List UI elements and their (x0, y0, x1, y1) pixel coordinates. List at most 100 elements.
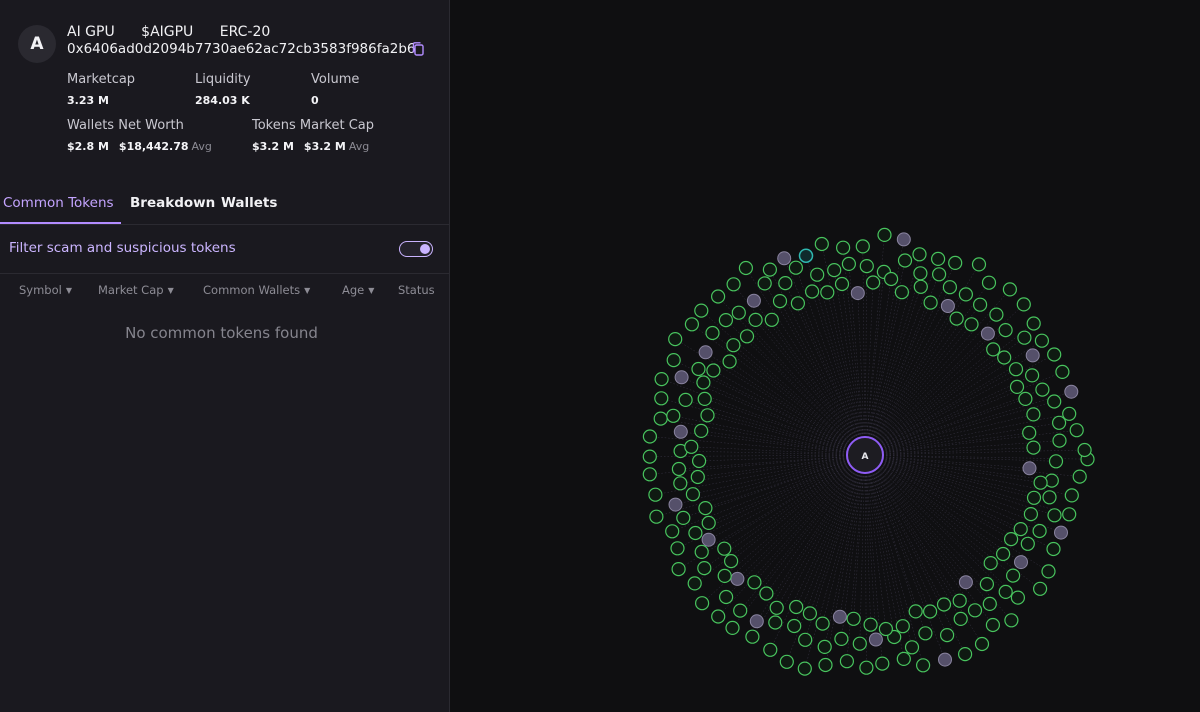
wallet-node[interactable] (974, 636, 990, 652)
wallet-node[interactable] (684, 439, 699, 454)
wallet-node[interactable] (916, 658, 931, 673)
wallet-node[interactable] (768, 615, 783, 630)
wallet-node[interactable] (696, 375, 711, 390)
flagged-wallet-node[interactable] (673, 424, 688, 439)
wallet-node[interactable] (802, 606, 817, 621)
wallet-node[interactable] (789, 599, 804, 615)
wallet-node[interactable] (953, 611, 968, 627)
flagged-wallet-node[interactable] (749, 614, 764, 629)
copy-icon[interactable] (411, 41, 425, 57)
wallet-node[interactable] (671, 561, 686, 577)
flagged-wallet-node[interactable] (1014, 555, 1028, 570)
wallet-node[interactable] (936, 597, 952, 612)
wallet-node[interactable] (673, 476, 688, 491)
wallet-node[interactable] (932, 267, 947, 282)
tab-wallets[interactable]: Wallets (221, 186, 277, 224)
wallet-node[interactable] (692, 453, 707, 469)
wallet-node[interactable] (1026, 407, 1041, 422)
wallet-node[interactable] (855, 239, 870, 254)
wallet-node[interactable] (1020, 536, 1035, 551)
wallet-node[interactable] (1047, 347, 1062, 362)
wallet-node[interactable] (1004, 613, 1019, 628)
wallet-node[interactable] (908, 604, 923, 619)
wallet-node[interactable] (711, 289, 726, 304)
wallet-node[interactable] (940, 627, 955, 643)
wallet-node[interactable] (694, 423, 709, 438)
wallet-node[interactable] (697, 391, 712, 406)
wallet-node[interactable] (967, 603, 983, 618)
wallet-node[interactable] (1002, 282, 1018, 297)
wallet-node[interactable] (986, 342, 1001, 357)
flagged-wallet-node[interactable] (746, 293, 761, 308)
wallet-node[interactable] (1009, 379, 1025, 394)
wallet-node[interactable] (726, 277, 741, 292)
wallet-node[interactable] (1048, 454, 1064, 469)
flagged-wallet-node[interactable] (1025, 348, 1040, 363)
wallet-node[interactable] (957, 646, 973, 662)
wallet-node[interactable] (952, 593, 967, 608)
wallet-node[interactable] (1003, 531, 1019, 547)
wallet-node[interactable] (762, 262, 777, 277)
wallet-node[interactable] (931, 251, 946, 266)
flagged-wallet-node[interactable] (730, 571, 745, 586)
wallet-node[interactable] (701, 515, 716, 531)
column-header-market-cap[interactable]: Market Cap ▼ (98, 283, 174, 297)
wallet-node[interactable] (747, 575, 762, 590)
wallet-node[interactable] (648, 487, 663, 502)
flagged-wallet-node[interactable] (896, 232, 911, 247)
wallet-node[interactable] (1013, 521, 1028, 537)
wallet-node[interactable] (918, 626, 933, 641)
tab-breakdown[interactable]: Breakdown (130, 186, 215, 224)
wallet-node[interactable] (884, 271, 899, 287)
wallet-node[interactable] (700, 408, 715, 423)
wallet-node[interactable] (1055, 364, 1070, 379)
wallet-node[interactable] (841, 256, 856, 271)
wallet-graph-canvas[interactable]: A (451, 0, 1200, 712)
wallet-node[interactable] (797, 661, 812, 676)
scam-filter-toggle[interactable] (399, 241, 433, 257)
flagged-wallet-node[interactable] (938, 652, 952, 667)
wallet-node[interactable] (763, 642, 778, 657)
wallet-node[interactable] (724, 553, 739, 569)
wallet-node[interactable] (972, 297, 988, 312)
wallet-node[interactable] (983, 555, 998, 571)
wallet-node[interactable] (694, 303, 709, 318)
graph-center-node[interactable]: A (846, 436, 884, 474)
flagged-wallet-node[interactable] (701, 532, 716, 547)
wallet-node[interactable] (971, 257, 987, 272)
wallet-node[interactable] (764, 312, 779, 327)
wallet-node[interactable] (691, 361, 706, 377)
wallet-node[interactable] (778, 276, 793, 291)
wallet-node[interactable] (982, 596, 997, 612)
wallet-node[interactable] (810, 267, 825, 282)
wallet-node[interactable] (790, 296, 805, 311)
wallet-node[interactable] (866, 275, 881, 290)
wallet-node[interactable] (896, 651, 911, 667)
wallet-node[interactable] (1018, 391, 1033, 406)
wallet-node[interactable] (1047, 508, 1062, 523)
wallet-node[interactable] (748, 312, 763, 327)
wallet-node[interactable] (1077, 442, 1092, 458)
wallet-node[interactable] (726, 338, 741, 353)
wallet-node[interactable] (670, 541, 685, 556)
wallet-node[interactable] (668, 332, 683, 347)
wallet-node[interactable] (1022, 425, 1037, 440)
wallet-node[interactable] (1033, 475, 1048, 490)
wallet-node[interactable] (817, 639, 832, 655)
wallet-node[interactable] (1046, 541, 1061, 557)
wallet-node[interactable] (942, 280, 957, 295)
wallet-node[interactable] (1047, 394, 1062, 409)
wallet-node[interactable] (719, 589, 734, 605)
wallet-node[interactable] (1069, 423, 1084, 438)
wallet-node[interactable] (717, 541, 732, 556)
wallet-node[interactable] (878, 621, 893, 637)
wallet-node[interactable] (731, 305, 746, 320)
wallet-node[interactable] (1017, 330, 1032, 345)
wallet-node[interactable] (684, 317, 699, 332)
flagged-wallet-node[interactable] (940, 299, 955, 313)
wallet-node[interactable] (997, 350, 1012, 365)
wallet-node[interactable] (958, 287, 974, 302)
wallet-node[interactable] (1026, 440, 1041, 455)
wallet-node[interactable] (687, 576, 702, 591)
wallet-node[interactable] (1041, 564, 1056, 579)
